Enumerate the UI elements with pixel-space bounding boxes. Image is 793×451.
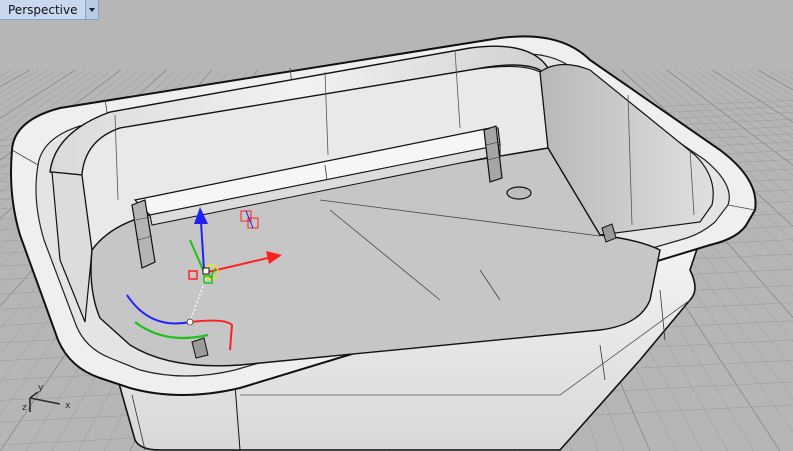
- viewport-name-label[interactable]: Perspective: [0, 0, 85, 19]
- gumball-origin[interactable]: [202, 267, 210, 275]
- 3d-scene[interactable]: y x z: [0, 0, 793, 451]
- world-axis-z-label: z: [22, 403, 27, 413]
- world-axis-x-label: x: [65, 401, 71, 411]
- grid-line: [739, 69, 793, 103]
- grid-line: [721, 69, 793, 116]
- world-axis-y-label: y: [38, 383, 44, 393]
- perspective-viewport[interactable]: y x z Perspective: [0, 0, 793, 451]
- grid-line: [0, 69, 3, 72]
- viewport-title-tab[interactable]: Perspective: [0, 0, 99, 20]
- grid-line: [0, 69, 21, 82]
- grid-line: [712, 69, 793, 123]
- grid-line: [730, 69, 793, 109]
- chevron-down-icon[interactable]: [84, 0, 98, 19]
- floor-hole[interactable]: [506, 186, 532, 200]
